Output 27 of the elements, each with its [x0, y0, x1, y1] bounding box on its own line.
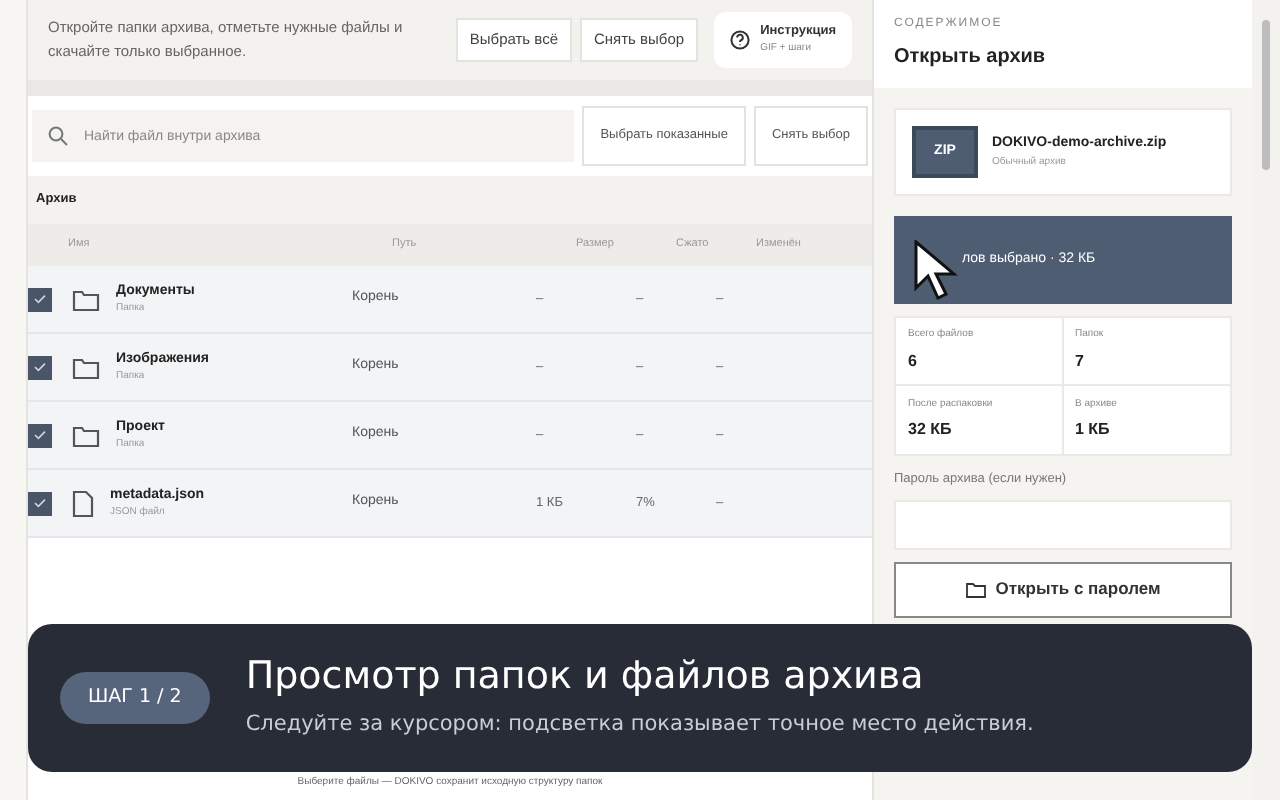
check-icon	[34, 362, 46, 372]
stat-value: 1 КБ	[1075, 418, 1112, 443]
check-icon	[34, 430, 46, 440]
check-icon	[34, 498, 46, 508]
row-checkbox[interactable]	[28, 423, 52, 447]
password-field[interactable]	[894, 499, 1232, 550]
stat-value: 7	[1075, 349, 1086, 374]
row-checkbox[interactable]	[28, 355, 52, 379]
folder-icon	[72, 423, 100, 447]
folder-icon	[72, 355, 100, 379]
row-checkbox[interactable]	[28, 287, 52, 311]
stat-value: 6	[908, 349, 919, 374]
scrollbar-thumb[interactable]	[1262, 20, 1270, 170]
file-icon	[72, 489, 94, 517]
folder-icon	[965, 581, 986, 598]
cursor-icon	[914, 240, 958, 304]
folder-icon	[72, 287, 100, 311]
stat-value: 32 КБ	[908, 418, 954, 443]
tour-text: Следуйте за курсором: подсветка показывает точное место действия.	[245, 710, 1034, 741]
help-icon	[730, 30, 751, 50]
search-icon	[48, 126, 68, 146]
check-icon	[34, 294, 46, 304]
step-badge: ШАГ 1 / 2	[60, 672, 210, 724]
panel-title: Открыть архив	[894, 44, 1048, 72]
row-checkbox[interactable]	[28, 491, 52, 515]
open-button[interactable]: Открыть с паролем	[894, 561, 1232, 618]
tour-title: Просмотр папок и файлов архива	[245, 654, 926, 699]
